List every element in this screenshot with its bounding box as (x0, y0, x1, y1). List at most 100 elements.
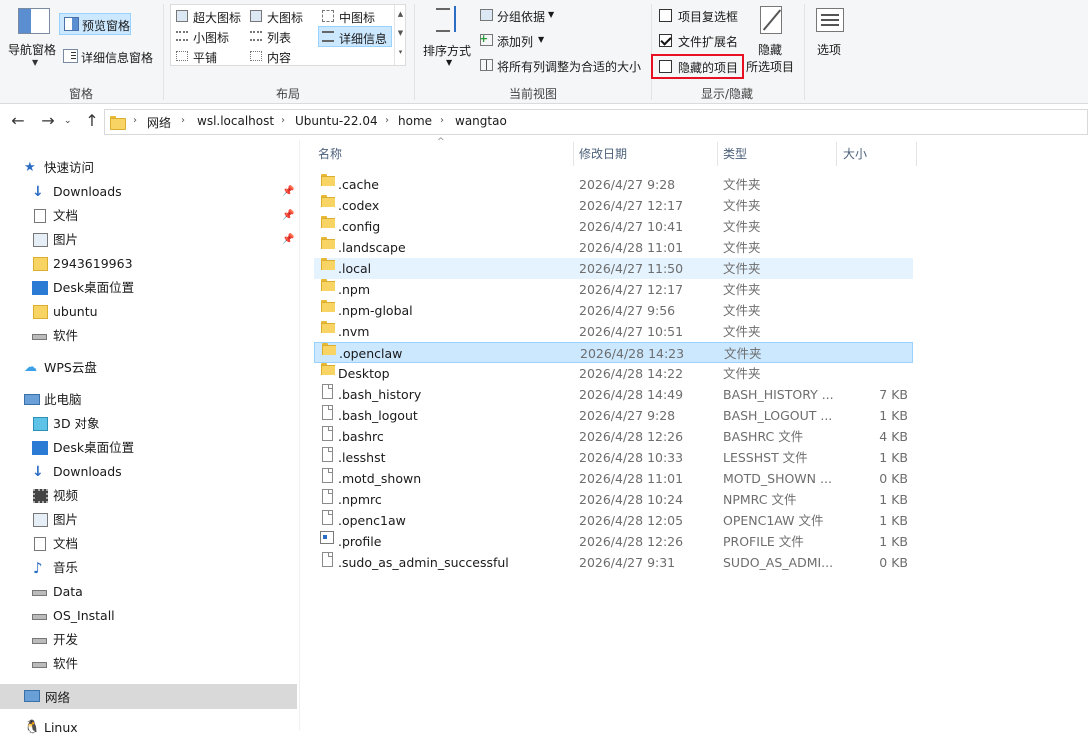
pin-icon[interactable]: 📌 (282, 205, 294, 227)
nav-label: ubuntu (53, 304, 98, 319)
layout-medium-icons[interactable]: 中图标 (319, 7, 391, 26)
nav-pane-button[interactable]: 导航窗格 ▼ (4, 4, 60, 80)
file-row[interactable]: .config 2026/4/27 10:41 文件夹 (314, 216, 913, 237)
fit-columns-button[interactable]: 将所有列调整为合适的大小 (478, 56, 644, 76)
file-row[interactable]: .bash_logout 2026/4/27 9:28 BASH_LOGOUT ..… (314, 405, 913, 426)
file-row[interactable]: .npm-global 2026/4/27 9:56 文件夹 (314, 300, 913, 321)
file-row[interactable]: .bashrc 2026/4/28 12:26 BASHRC 文件 4 KB (314, 426, 913, 447)
preview-pane-button[interactable]: 预览窗格 (59, 13, 131, 35)
nav-item-documents[interactable]: 文档 📌 (32, 205, 296, 227)
column-separator[interactable] (836, 142, 837, 166)
layout-small-icons[interactable]: 小图标 (173, 27, 243, 46)
hidden-items-toggle[interactable]: 隐藏的项目 (651, 54, 744, 79)
layout-extra-large-icons[interactable]: 超大图标 (173, 7, 243, 26)
layout-label: 小图标 (193, 31, 230, 45)
column-separator[interactable] (717, 142, 718, 166)
options-button[interactable]: 选项 (808, 4, 852, 78)
nav-item-pictures[interactable]: 图片 📌 (32, 229, 296, 251)
breadcrumb-item[interactable]: 网络 (147, 114, 171, 131)
address-box[interactable]: › 网络 › wsl.localhost › Ubuntu-22.04 › ho… (104, 109, 1088, 135)
file-name: .nvm (338, 324, 370, 339)
layout-large-icons[interactable]: 大图标 (247, 7, 317, 26)
group-by-button[interactable]: 分组依据 ▼ (478, 6, 558, 26)
file-row[interactable]: .sudo_as_admin_successful 2026/4/27 9:31 S… (314, 552, 913, 573)
layout-label: 中图标 (339, 11, 376, 25)
nav-label: 网络 (45, 690, 71, 705)
back-button[interactable]: ← (8, 112, 28, 132)
column-label: 类型 (723, 147, 748, 161)
breadcrumb-item[interactable]: wsl.localhost (197, 114, 274, 128)
file-date: 2026/4/27 12:17 (579, 282, 684, 297)
hide-selected-button[interactable]: 隐藏 所选项目 (746, 4, 800, 78)
nav-network-row[interactable]: 网络 (0, 684, 297, 709)
hidden-items-checkbox[interactable] (659, 60, 672, 73)
file-icon (322, 447, 333, 462)
layout-list[interactable]: 列表 (247, 27, 317, 46)
file-row[interactable]: .codex 2026/4/27 12:17 文件夹 (314, 195, 913, 216)
nav-label: 软件 (53, 328, 79, 343)
file-icon (322, 405, 333, 420)
file-type: BASH_HISTORY ... (723, 387, 833, 402)
file-type: 文件夹 (723, 261, 761, 276)
file-date: 2026/4/27 9:28 (579, 177, 676, 192)
up-button[interactable]: ↑ (82, 112, 102, 132)
breadcrumb-chevron-icon[interactable]: › (281, 115, 285, 126)
folder-icon (322, 343, 336, 355)
nav-label: 文档 (53, 208, 79, 223)
file-row[interactable]: .motd_shown 2026/4/28 11:01 MOTD_SHOWN ...… (314, 468, 913, 489)
breadcrumb-item[interactable]: home (398, 114, 432, 128)
file-row[interactable]: Desktop 2026/4/28 14:22 文件夹 (314, 363, 913, 384)
file-row[interactable]: .nvm 2026/4/27 10:51 文件夹 (314, 321, 913, 342)
drive-icon (32, 614, 47, 620)
column-label: 修改日期 (579, 147, 628, 161)
details-icon (322, 31, 334, 42)
file-row[interactable]: .lesshst 2026/4/28 10:33 LESSHST 文件 1 KB (314, 447, 913, 468)
item-checkboxes-checkbox[interactable] (659, 9, 672, 22)
file-row[interactable]: .openc1aw 2026/4/28 12:05 OPENC1AW 文件 1 KB (314, 510, 913, 531)
nav-item-downloads[interactable]: ↓ Downloads 📌 (32, 181, 296, 203)
drive-icon (32, 334, 47, 340)
file-row[interactable]: .local 2026/4/27 11:50 文件夹 (314, 258, 913, 279)
nav-label: 软件 (53, 656, 79, 671)
file-row[interactable]: .profile 2026/4/28 12:26 PROFILE 文件 1 KB (314, 531, 913, 552)
column-header-type[interactable]: 类型 (723, 142, 835, 166)
file-row[interactable]: .cache 2026/4/27 9:28 文件夹 (314, 174, 913, 195)
column-header-date[interactable]: 修改日期 (579, 142, 717, 166)
file-extensions-toggle[interactable]: 文件扩展名 (656, 31, 750, 51)
drive-icon (32, 662, 47, 668)
recent-dropdown-icon[interactable]: ⌄ (64, 116, 72, 126)
file-type: 文件夹 (723, 366, 761, 381)
details-pane-button[interactable]: 详细信息窗格 (59, 46, 159, 68)
column-separator[interactable] (573, 142, 574, 166)
file-row[interactable]: .landscape 2026/4/28 11:01 文件夹 (314, 237, 913, 258)
breadcrumb-chevron-icon[interactable]: › (133, 115, 137, 126)
forward-button[interactable]: → (38, 112, 58, 132)
gallery-scroll[interactable]: ▲ ▼ ▾ (394, 5, 406, 65)
add-column-label: 添加列 (497, 35, 534, 49)
file-extensions-checkbox[interactable] (659, 34, 672, 47)
column-separator[interactable] (916, 142, 917, 166)
column-header-size[interactable]: 大小 (843, 142, 915, 166)
add-column-button[interactable]: + 添加列 ▼ (478, 31, 550, 51)
breadcrumb-chevron-icon[interactable]: › (181, 115, 185, 126)
breadcrumb-item[interactable]: Ubuntu-22.04 (295, 114, 378, 128)
file-name: .openc1aw (338, 513, 406, 528)
item-checkboxes-toggle[interactable]: 项目复选框 (656, 6, 750, 26)
layout-details[interactable]: 详细信息 (318, 26, 392, 47)
breadcrumb-chevron-icon[interactable]: › (440, 115, 444, 126)
sort-by-button[interactable]: 排序方式 ▼ (420, 4, 476, 80)
pin-icon[interactable]: 📌 (282, 229, 294, 251)
file-type: LESSHST 文件 (723, 450, 808, 465)
breadcrumb-item[interactable]: wangtao (455, 114, 507, 128)
pin-icon[interactable]: 📌 (282, 181, 294, 203)
file-row[interactable]: .npm 2026/4/27 12:17 文件夹 (314, 279, 913, 300)
breadcrumb-chevron-icon[interactable]: › (385, 115, 389, 126)
layout-tiles[interactable]: 平铺 (173, 47, 243, 66)
column-header-name[interactable]: 名称 (318, 142, 573, 166)
layout-content[interactable]: 内容 (247, 47, 317, 66)
file-date: 2026/4/28 14:22 (579, 366, 684, 381)
file-row[interactable]: .bash_history 2026/4/28 14:49 BASH_HISTORY… (314, 384, 913, 405)
file-row[interactable]: .npmrc 2026/4/28 10:24 NPMRC 文件 1 KB (314, 489, 913, 510)
nav-label: 快速访问 (44, 160, 95, 175)
file-row[interactable]: .openclaw 2026/4/28 14:23 文件夹 (314, 342, 913, 363)
